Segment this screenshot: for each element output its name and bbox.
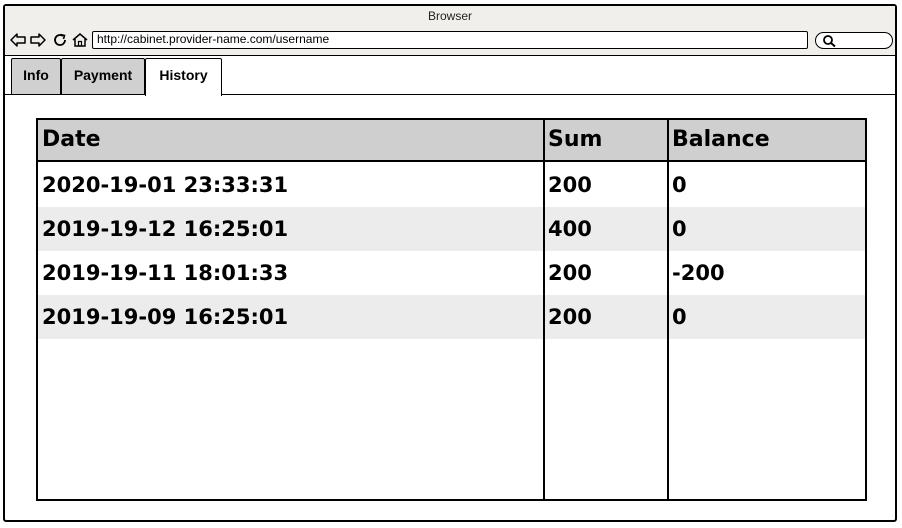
column-header-date[interactable]: Date	[38, 120, 101, 160]
table-row[interactable]: 2020-19-01 23:33:31 200 0	[38, 163, 865, 207]
browser-titlebar: Browser http://cabinet.provider-name.com…	[5, 6, 895, 56]
cell-date: 2019-19-12 16:25:01	[42, 217, 289, 241]
search-icon	[823, 35, 836, 48]
tab-payment[interactable]: Payment	[61, 58, 145, 94]
address-bar[interactable]: http://cabinet.provider-name.com/usernam…	[92, 31, 808, 49]
reload-icon[interactable]	[51, 31, 69, 49]
cell-balance: 0	[672, 173, 687, 197]
table-row[interactable]: 2019-19-09 16:25:01 200 0	[38, 295, 865, 339]
tab-info[interactable]: Info	[11, 58, 61, 94]
cell-balance: 0	[672, 305, 687, 329]
browser-window: Browser http://cabinet.provider-name.com…	[3, 4, 897, 522]
forward-arrow-icon[interactable]	[29, 31, 47, 49]
column-header-balance[interactable]: Balance	[668, 120, 770, 160]
tab-history[interactable]: History	[145, 58, 222, 96]
column-divider	[667, 120, 669, 499]
tab-content-border	[5, 94, 895, 95]
cell-balance: -200	[672, 261, 725, 285]
window-title: Browser	[427, 9, 472, 23]
cell-date: 2020-19-01 23:33:31	[42, 173, 289, 197]
table-row[interactable]: 2019-19-12 16:25:01 400 0	[38, 207, 865, 251]
cell-sum: 400	[548, 217, 592, 241]
cell-date: 2019-19-09 16:25:01	[42, 305, 289, 329]
home-icon[interactable]	[71, 31, 89, 49]
table-header: Date Sum Balance	[38, 120, 865, 162]
column-divider	[543, 120, 545, 499]
cell-date: 2019-19-11 18:01:33	[42, 261, 289, 285]
cell-sum: 200	[548, 261, 592, 285]
history-table: Date Sum Balance 2020-19-01 23:33:31 200…	[36, 118, 867, 501]
cell-sum: 200	[548, 305, 592, 329]
table-row[interactable]: 2019-19-11 18:01:33 200 -200	[38, 251, 865, 295]
cell-sum: 200	[548, 173, 592, 197]
column-header-sum[interactable]: Sum	[544, 120, 602, 160]
search-box[interactable]	[815, 32, 893, 49]
back-arrow-icon[interactable]	[9, 31, 27, 49]
cell-balance: 0	[672, 217, 687, 241]
